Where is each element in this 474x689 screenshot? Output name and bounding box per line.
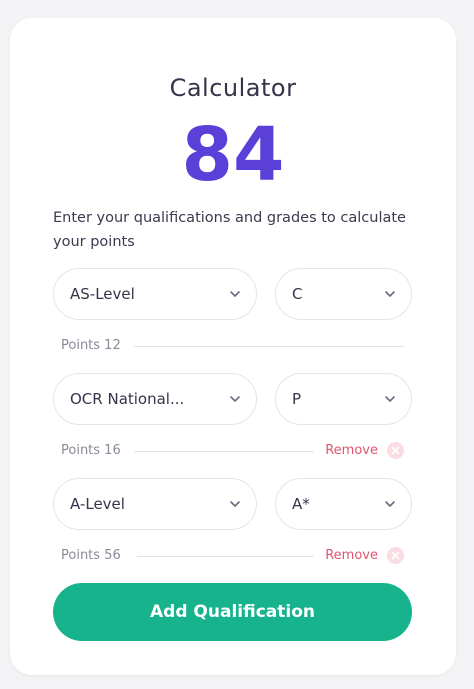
add-qualification-button[interactable]: Add Qualification <box>53 583 412 641</box>
points-label-2: Points 16 <box>61 443 121 458</box>
chevron-down-icon <box>385 396 395 402</box>
points-label-3: Points 56 <box>61 548 121 563</box>
remove-button-2[interactable]: Remove <box>325 442 404 459</box>
close-circle-icon <box>387 442 404 459</box>
qualification-select-1[interactable]: AS-Level <box>53 268 257 320</box>
grade-select-2[interactable]: P <box>275 373 412 425</box>
points-divider <box>134 346 404 347</box>
remove-button-3[interactable]: Remove <box>325 547 404 564</box>
grade-value: A* <box>292 495 310 513</box>
qualification-value: AS-Level <box>70 285 135 303</box>
instructions-text: Enter your qualifications and grades to … <box>53 210 406 250</box>
qualification-select-2[interactable]: OCR National... <box>53 373 257 425</box>
qualification-value: A-Level <box>70 495 125 513</box>
grade-value: P <box>292 390 302 408</box>
grade-select-3[interactable]: A* <box>275 478 412 530</box>
points-total: 84 <box>181 112 285 198</box>
points-divider <box>134 451 314 452</box>
chevron-down-icon <box>230 396 240 402</box>
grade-select-1[interactable]: C <box>275 268 412 320</box>
close-circle-icon <box>387 547 404 564</box>
points-label-1: Points 12 <box>61 338 121 353</box>
grade-value: C <box>292 285 303 303</box>
chevron-down-icon <box>385 291 395 297</box>
points-divider <box>137 556 314 557</box>
remove-label: Remove <box>325 548 378 563</box>
calculator-title: Calculator <box>169 74 297 102</box>
remove-label: Remove <box>325 443 378 458</box>
chevron-down-icon <box>385 501 395 507</box>
chevron-down-icon <box>230 291 240 297</box>
qualification-value: OCR National... <box>70 390 185 408</box>
chevron-down-icon <box>230 501 240 507</box>
qualification-select-3[interactable]: A-Level <box>53 478 257 530</box>
calculator-card: Calculator 84 Enter your qualifications … <box>10 18 456 675</box>
